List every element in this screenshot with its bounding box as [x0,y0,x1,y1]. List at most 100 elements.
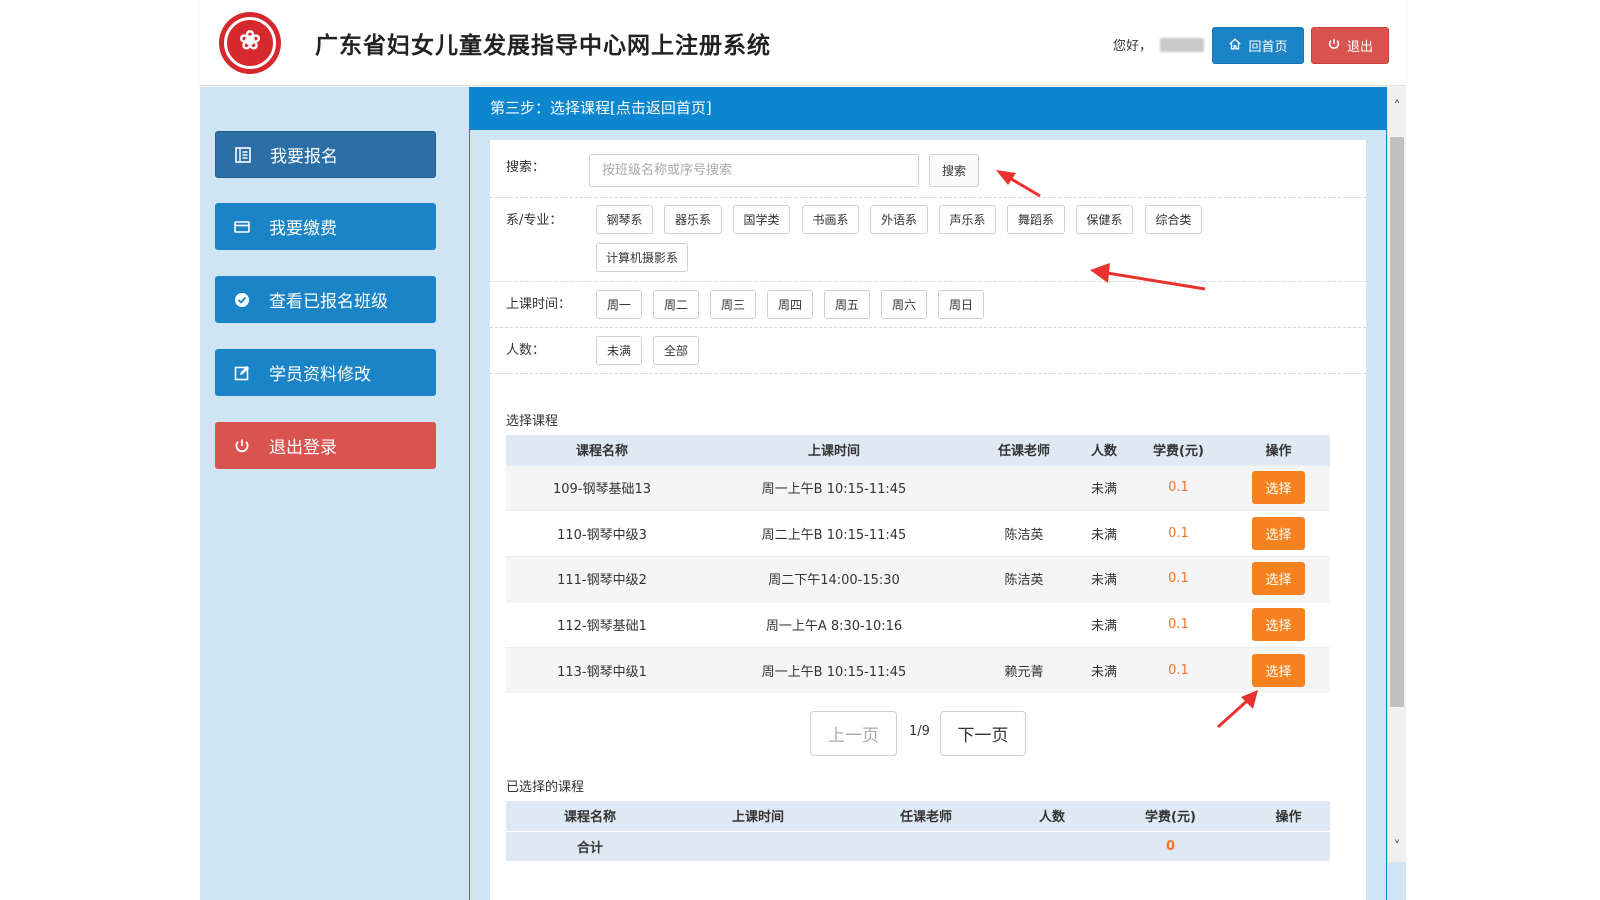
sidebar-item-register[interactable]: 我要报名 [215,131,436,178]
day-tag[interactable]: 周五 [824,290,870,319]
scroll-down-icon[interactable]: ˅ [1388,832,1406,862]
prev-page-button[interactable]: 上一页 [810,711,897,756]
username-redacted [1160,38,1204,52]
dept-tag[interactable]: 保健系 [1076,205,1133,234]
scroll-up-icon[interactable]: ˄ [1388,87,1406,127]
logout-button[interactable]: 退出 [1311,27,1389,64]
total-fee: 0 [1094,830,1247,861]
day-tag[interactable]: 周日 [938,290,984,319]
dept-tag[interactable]: 外语系 [870,205,928,234]
chosen-courses-table: 课程名称 上课时间 任课老师 人数 学费(元) 操作 合计 0 [506,801,1330,861]
day-tag[interactable]: 周三 [710,290,756,319]
dept-tag[interactable]: 钢琴系 [596,205,653,234]
size-tag[interactable]: 未满 [596,336,642,365]
course-time: 周一上午B 10:15-11:45 [698,464,970,511]
dept-tag[interactable]: 书画系 [802,205,859,234]
search-input[interactable] [589,154,919,187]
column-header: 课程名称 [506,801,674,831]
course-name: 110-钢琴中级3 [506,510,698,556]
course-time: 周二上午B 10:15-11:45 [698,510,970,556]
sidebar-item-label: 我要报名 [270,147,338,167]
course-teacher [970,464,1078,511]
day-tag[interactable]: 周二 [653,290,699,319]
course-teacher: 陈洁英 [970,510,1078,556]
table-row: 111-钢琴中级2 周二下午14:00-15:30 陈洁英 未满 0.1 选择 [506,555,1330,602]
course-name: 113-钢琴中级1 [506,646,698,693]
column-header: 人数 [1010,801,1094,831]
register-icon [216,146,270,164]
time-label: 上课时间： [506,297,572,312]
choose-button[interactable]: 选择 [1252,471,1305,505]
sidebar-item-edit-profile[interactable]: 学员资料修改 [215,349,436,396]
course-name: 111-钢琴中级2 [506,555,698,602]
course-name: 112-钢琴基础1 [506,601,698,647]
dept-tag[interactable]: 声乐系 [939,205,996,234]
course-fee: 0.1 [1130,646,1227,693]
home-icon [1228,37,1242,55]
sidebar-item-my-classes[interactable]: 查看已报名班级 [215,276,436,323]
table-header-row: 课程名称 上课时间 任课老师 人数 学费(元) 操作 [506,801,1330,831]
panel-title[interactable]: 第三步：选择课程[点击返回首页] [470,87,1386,130]
dept-tag[interactable]: 计算机摄影系 [596,243,688,272]
power-icon [1327,37,1341,55]
card-icon [215,218,269,236]
app-frame: ❀ 广东省妇女儿童发展指导中心网上注册系统 您好， 回首页 退出 我要报名 我要… [200,0,1406,900]
course-fee: 0.1 [1130,601,1227,647]
course-table: 课程名称 上课时间 任课老师 人数 学费(元) 操作 109-钢琴基础13 周一… [506,435,1330,693]
course-size: 未满 [1078,464,1130,511]
table-row: 112-钢琴基础1 周一上午A 8:30-10:16 未满 0.1 选择 [506,601,1330,647]
course-panel: 第三步：选择课程[点击返回首页] 搜索： 搜索 系/专业： 钢琴系 器乐系 国学… [469,87,1387,900]
filter-row-size: 人数： 未满 全部 [490,328,1366,374]
filter-row-time: 上课时间： 周一 周二 周三 周四 周五 周六 周日 [490,282,1366,328]
course-action-cell: 选择 [1227,555,1330,602]
day-tag[interactable]: 周四 [767,290,813,319]
course-time: 周一上午B 10:15-11:45 [698,646,970,693]
choose-button[interactable]: 选择 [1252,516,1305,550]
course-time: 周一上午A 8:30-10:16 [698,601,970,647]
filter-row-search: 搜索： 搜索 [490,140,1366,198]
edit-icon [215,364,269,382]
power-icon [215,437,269,455]
main-content: 第三步：选择课程[点击返回首页] 搜索： 搜索 系/专业： 钢琴系 器乐系 国学… [452,87,1406,900]
day-tag[interactable]: 周六 [881,290,927,319]
sidebar-item-label: 我要缴费 [269,219,337,239]
column-header: 任课老师 [970,435,1078,465]
sidebar-item-logout[interactable]: 退出登录 [215,422,436,469]
choose-button[interactable]: 选择 [1252,653,1305,687]
course-size: 未满 [1078,646,1130,693]
sidebar-item-pay[interactable]: 我要缴费 [215,203,436,250]
dept-tag[interactable]: 舞蹈系 [1007,205,1065,234]
check-circle-icon [215,291,269,309]
scrollbar[interactable]: ˄ ˅ [1388,87,1406,862]
sidebar-item-label: 查看已报名班级 [269,292,388,312]
home-button[interactable]: 回首页 [1212,27,1304,64]
search-button[interactable]: 搜索 [929,154,979,187]
course-action-cell: 选择 [1227,464,1330,511]
course-size: 未满 [1078,555,1130,602]
chosen-section-label: 已选择的课程 [506,780,585,795]
column-header: 人数 [1078,435,1130,465]
table-row: 110-钢琴中级3 周二上午B 10:15-11:45 陈洁英 未满 0.1 选… [506,510,1330,556]
next-page-button[interactable]: 下一页 [940,711,1026,756]
course-action-cell: 选择 [1227,646,1330,693]
site-title: 广东省妇女儿童发展指导中心网上注册系统 [315,33,771,59]
course-size: 未满 [1078,601,1130,647]
course-section-label: 选择课程 [506,414,559,429]
greeting-text: 您好， [1113,39,1153,54]
logo: ❀ [219,12,281,74]
scrollbar-thumb[interactable] [1390,137,1404,707]
choose-button[interactable]: 选择 [1252,562,1305,596]
dept-tag[interactable]: 综合类 [1145,205,1202,234]
table-header-row: 课程名称 上课时间 任课老师 人数 学费(元) 操作 [506,435,1330,465]
department-label: 系/专业： [506,213,563,228]
day-tag[interactable]: 周一 [596,290,642,319]
course-action-cell: 选择 [1227,510,1330,556]
size-tag[interactable]: 全部 [653,336,699,365]
sidebar-item-label: 学员资料修改 [269,365,371,385]
total-label: 合计 [506,830,674,861]
dept-tag[interactable]: 国学类 [733,205,790,234]
choose-button[interactable]: 选择 [1252,607,1305,641]
course-action-cell: 选择 [1227,601,1330,647]
total-row: 合计 0 [506,830,1330,861]
dept-tag[interactable]: 器乐系 [664,205,722,234]
